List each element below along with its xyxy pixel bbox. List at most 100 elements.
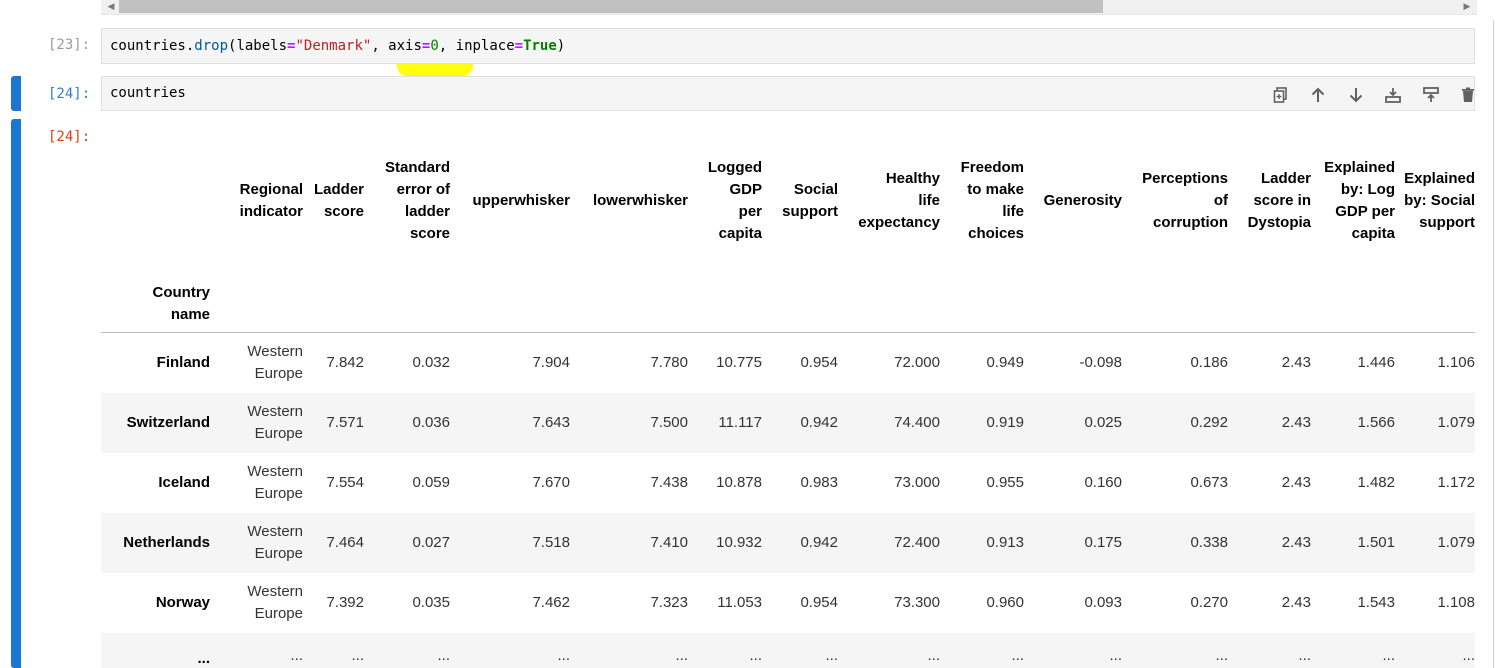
text-line: Europe (254, 424, 303, 442)
table-cell: 11.117 (718, 413, 762, 431)
move-up-icon (1312, 87, 1325, 102)
table-cell: 0.160 (1084, 473, 1122, 491)
code-token: ) (556, 38, 566, 54)
text-line: Dystopia (1247, 214, 1311, 231)
code-token: countries. (110, 38, 195, 54)
table-cell: 1.566 (1357, 413, 1395, 431)
text-line: Regional (239, 181, 303, 198)
output-collapse-bar[interactable] (11, 119, 21, 668)
table-cell: 7.500 (650, 413, 688, 431)
column-header: Generosity (1024, 146, 1122, 256)
ellipsis-cell: ... (437, 646, 450, 664)
cell-23-code-editor[interactable]: countries.drop(labels="Denmark", axis=0,… (101, 28, 1475, 64)
cell-24-output-prompt: [24]: (48, 129, 91, 145)
insert-above-icon (1422, 87, 1439, 102)
table-cell: 1.482 (1357, 473, 1395, 491)
table-cell: Western Europe (210, 393, 303, 453)
horizontal-scrollbar[interactable]: ◀ ▶ (101, 0, 1477, 15)
empty-header-cell (570, 256, 688, 333)
move-down-button[interactable] (1337, 83, 1375, 107)
table-cell: 2.43 (1281, 413, 1311, 431)
table-row: Norway Western Europe 7.392 0.035 7.462 7.323 1… (101, 573, 1475, 633)
text-line: capita (718, 225, 762, 242)
table-cell: 0.919 (986, 413, 1024, 431)
table-cell: 1.106 (1437, 353, 1475, 371)
column-header: Social support (762, 146, 838, 256)
scroll-left-arrow-icon[interactable]: ◀ (104, 0, 118, 13)
insert-below-button[interactable] (1375, 83, 1413, 107)
empty-header-cell (450, 256, 570, 333)
insert-above-button[interactable] (1412, 83, 1450, 107)
row-index-label: Switzerland (126, 414, 210, 431)
empty-header-cell (940, 256, 1024, 333)
code-token: True (523, 38, 557, 54)
row-index-label: Finland (156, 354, 210, 372)
table-cell: 2.43 (1281, 473, 1311, 491)
text-line: Ladder (313, 181, 364, 198)
text-line: lowerwhisker (592, 192, 688, 209)
table-cell: 0.942 (800, 533, 838, 551)
column-header: Healthy life expectancy (838, 146, 940, 256)
text-line: life (918, 192, 940, 209)
empty-header-cell (1122, 256, 1228, 333)
column-header: Logged GDP per capita (688, 146, 762, 256)
text-line: Western (247, 462, 303, 480)
notebook-right-edge (1493, 20, 1499, 668)
empty-header-cell (762, 256, 838, 333)
table-cell: 1.108 (1437, 593, 1475, 611)
cell-24-code: countries (110, 85, 186, 101)
text-line: Country (152, 284, 211, 301)
table-cell: 0.673 (1190, 473, 1228, 491)
table-cell: 10.775 (716, 353, 762, 371)
empty-header-cell (1311, 256, 1395, 333)
ellipsis-cell: ... (197, 649, 210, 667)
cell-toolbar (1262, 83, 1487, 107)
table-cell: 7.670 (532, 473, 570, 491)
scroll-right-arrow-icon[interactable]: ▶ (1460, 0, 1474, 13)
text-line: Western (247, 522, 303, 540)
index-corner-cell (101, 146, 210, 256)
row-index-label: Iceland (158, 474, 210, 491)
cell-23-code: countries.drop(labels="Denmark", axis=0,… (110, 38, 565, 54)
text-line: support (782, 203, 838, 220)
table-cell: 7.323 (650, 593, 688, 611)
text-line: Europe (254, 364, 303, 382)
text-line: score (323, 203, 364, 220)
ellipsis-cell: ... (749, 646, 762, 664)
ellipsis-cell: ... (351, 646, 364, 664)
table-cell: 7.462 (532, 593, 570, 611)
table-cell: 7.410 (650, 533, 688, 551)
active-cell-indicator (11, 76, 21, 111)
column-header: Explained by: Social support (1395, 146, 1475, 256)
table-cell: 72.400 (894, 533, 940, 551)
table-row: Netherlands Western Europe 7.464 0.027 7.518 7… (101, 512, 1475, 573)
code-token: , axis (371, 38, 422, 54)
table-cell: 0.093 (1084, 593, 1122, 611)
table-cell: 2.43 (1281, 593, 1311, 611)
table-cell: 72.000 (894, 353, 940, 371)
empty-header-cell (210, 256, 303, 333)
text-line: Western (247, 582, 303, 600)
text-line: Freedom (960, 159, 1024, 176)
text-line: ladder (404, 203, 450, 220)
scrollbar-thumb[interactable] (119, 0, 1103, 13)
table-cell: 7.842 (326, 353, 364, 371)
move-up-button[interactable] (1300, 83, 1338, 107)
delete-icon (1462, 87, 1475, 102)
duplicate-cell-button[interactable] (1262, 83, 1300, 107)
text-line: to make (967, 181, 1024, 198)
delete-cell-button[interactable] (1450, 83, 1488, 107)
text-line: Explained (1324, 159, 1395, 176)
table-cell: Western Europe (210, 333, 303, 393)
text-line: Social (793, 181, 838, 198)
index-header-row: Country name (101, 256, 1475, 333)
empty-header-cell (688, 256, 762, 333)
column-header: lowerwhisker (570, 146, 688, 256)
text-line: GDP per (1335, 203, 1395, 220)
ellipsis-cell: ... (1109, 646, 1122, 664)
cell-24-input-prompt: [24]: (48, 86, 91, 102)
table-cell: Western Europe (210, 453, 303, 513)
table-cell: 0.027 (412, 533, 450, 551)
empty-header-cell (1395, 256, 1475, 333)
code-token: "Denmark" (295, 38, 372, 54)
